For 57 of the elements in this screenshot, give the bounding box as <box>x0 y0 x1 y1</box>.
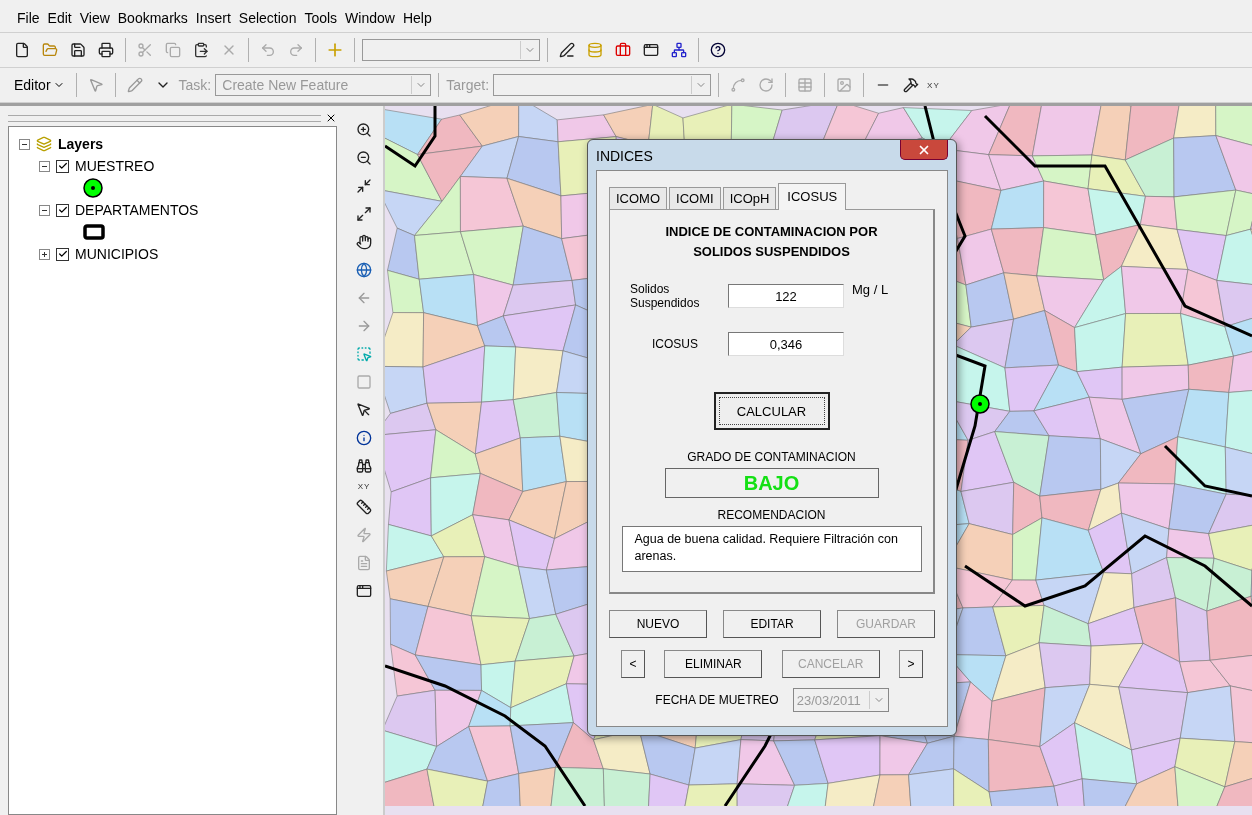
sample-point-marker <box>970 394 990 414</box>
editor-menu[interactable]: Editor <box>10 77 69 93</box>
recommendation-text: Agua de buena calidad. Requiere Filtración con arenas. <box>621 526 922 572</box>
outline-symbol-icon <box>83 224 105 240</box>
collapse-icon[interactable] <box>39 204 50 216</box>
close-icon[interactable] <box>325 112 337 124</box>
unit-label: Mg / L <box>852 282 890 297</box>
layer-name[interactable]: MUESTREO <box>75 158 155 174</box>
collapse-icon[interactable] <box>19 138 30 150</box>
panel-grip[interactable] <box>8 114 321 122</box>
layers-title: Layers <box>58 136 104 152</box>
layer-checkbox[interactable] <box>56 159 69 173</box>
menu-item[interactable]: Selection <box>235 10 300 26</box>
scale-dropdown[interactable] <box>362 39 540 61</box>
menu-item[interactable]: File <box>14 10 43 26</box>
menu-item[interactable]: Edit <box>44 10 75 26</box>
target-label: Target: <box>446 77 490 93</box>
field-label: ICOSUS <box>651 337 699 351</box>
action-button[interactable]: NUEVO <box>609 610 707 638</box>
layer-checkbox[interactable] <box>56 203 69 217</box>
xy-tool-label[interactable]: XY <box>357 482 371 491</box>
menu-item[interactable]: Help <box>399 10 435 26</box>
input-field[interactable]: 0,346 <box>728 332 844 356</box>
field-label: Solidos Suspendidos <box>630 282 701 310</box>
previous-button[interactable]: < <box>621 650 645 678</box>
grade-value: BAJO <box>664 468 879 498</box>
tab[interactable]: ICOMI <box>669 187 721 209</box>
collapse-icon[interactable] <box>39 160 50 172</box>
layer-name[interactable]: DEPARTAMENTOS <box>75 202 199 218</box>
menu-item[interactable]: Tools <box>301 10 341 26</box>
dialog-title: INDICES <box>596 147 653 164</box>
menu-item[interactable]: Window <box>342 10 398 26</box>
layer-checkbox[interactable] <box>56 247 69 261</box>
close-button[interactable] <box>900 140 948 160</box>
point-symbol-icon <box>83 178 103 198</box>
tab[interactable]: ICOMO <box>609 187 668 209</box>
next-button[interactable]: > <box>899 650 923 678</box>
tab[interactable]: ICOSUS <box>778 183 847 210</box>
action-button[interactable]: ELIMINAR <box>664 650 763 678</box>
grade-label: GRADO DE CONTAMINACION <box>687 450 856 464</box>
menu-item[interactable]: View <box>76 10 113 26</box>
expand-icon[interactable] <box>39 248 50 260</box>
task-label: Task: <box>178 77 212 93</box>
date-label: FECHA DE MUETREO <box>655 693 779 707</box>
panel-heading: SOLIDOS SUSPENDIDOS <box>693 243 850 261</box>
menu-item[interactable]: Bookmarks <box>114 10 191 26</box>
layer-name[interactable]: MUNICIPIOS <box>75 246 159 262</box>
calculate-button[interactable]: CALCULAR <box>713 392 830 430</box>
recommendation-label: RECOMENDACION <box>717 508 826 522</box>
input-field[interactable]: 122 <box>728 284 844 308</box>
tab[interactable]: ICOpH <box>722 187 777 209</box>
layers-icon <box>36 136 52 152</box>
action-button[interactable]: EDITAR <box>723 610 821 638</box>
xy-tool-label[interactable]: XY <box>927 80 940 90</box>
panel-heading: INDICE DE CONTAMINACION POR <box>665 223 878 241</box>
target-dropdown[interactable] <box>493 74 712 96</box>
menu-item[interactable]: Insert <box>192 10 234 26</box>
